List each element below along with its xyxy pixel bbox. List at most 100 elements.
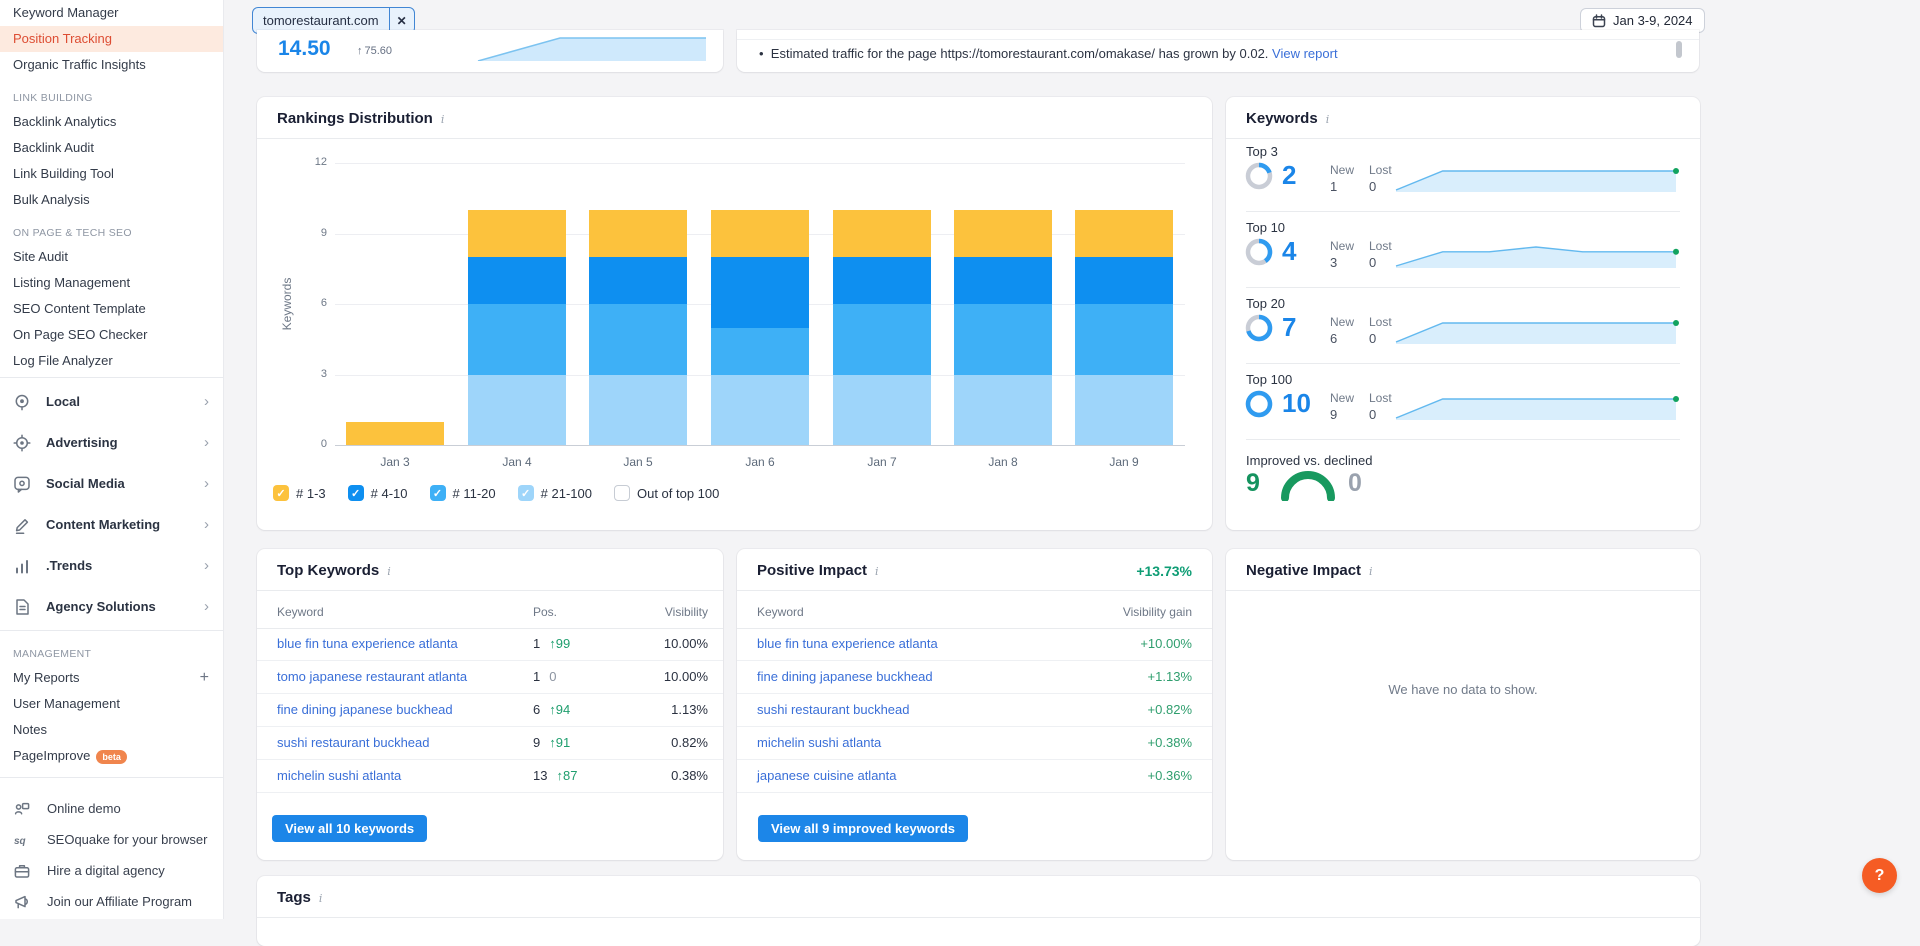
- new-count: 6: [1330, 331, 1338, 346]
- column-header-keyword: Keyword: [277, 605, 324, 619]
- keywords-header: Keywords: [1226, 97, 1700, 139]
- info-icon[interactable]: [319, 892, 323, 905]
- info-icon[interactable]: [441, 113, 445, 126]
- sidebar-item-social-media[interactable]: Social Media ›: [0, 463, 223, 504]
- visibility-value: 0.38%: [671, 768, 708, 783]
- position-cell: 6 ↑94: [533, 694, 570, 726]
- table-row: sushi restaurant buckhead +0.82%: [737, 694, 1212, 727]
- keyword-link[interactable]: michelin sushi atlanta: [277, 760, 401, 792]
- sidebar-divider: [0, 377, 223, 378]
- sidebar-item-hire-a-digital-agency[interactable]: Hire a digital agency: [0, 855, 223, 886]
- sidebar-item-backlink-analytics[interactable]: Backlink Analytics: [0, 109, 223, 135]
- sidebar-item-user-management[interactable]: User Management: [0, 691, 223, 717]
- checkbox-checked-icon[interactable]: [273, 485, 289, 501]
- up-arrow-icon: [357, 45, 365, 57]
- legend-item-21-100[interactable]: # 21-100: [517, 485, 592, 501]
- view-report-link[interactable]: View report: [1272, 46, 1338, 61]
- sidebar-item-backlink-audit[interactable]: Backlink Audit: [0, 135, 223, 161]
- bar-segment-11-20: [589, 304, 687, 375]
- info-icon[interactable]: [875, 565, 879, 578]
- sidebar-item-keyword-manager[interactable]: Keyword Manager: [0, 0, 223, 26]
- total-visibility-gain: +13.73%: [1136, 563, 1192, 579]
- keyword-link[interactable]: fine dining japanese buckhead: [757, 661, 933, 693]
- view-all-improved-button[interactable]: View all 9 improved keywords: [758, 815, 969, 842]
- new-count: 9: [1330, 407, 1338, 422]
- help-button[interactable]: ?: [1862, 858, 1897, 893]
- info-icon[interactable]: [1369, 565, 1373, 578]
- keyword-link[interactable]: fine dining japanese buckhead: [277, 694, 453, 726]
- checkbox-checked-icon[interactable]: [517, 485, 534, 501]
- sidebar-item-advertising[interactable]: Advertising ›: [0, 422, 223, 463]
- notes-scrollbar-thumb[interactable]: [1676, 41, 1682, 58]
- legend-item-11-20[interactable]: # 11-20: [429, 485, 496, 501]
- legend-item-label: Out of top 100: [636, 485, 720, 501]
- new-count: 3: [1330, 255, 1338, 270]
- chart-x-axis: [335, 445, 1185, 446]
- sidebar-item-content-marketing[interactable]: Content Marketing ›: [0, 504, 223, 545]
- new-label: New: [1330, 315, 1355, 329]
- sidebar-item-trends[interactable]: .Trends ›: [0, 545, 223, 586]
- checkbox-checked-icon[interactable]: [429, 485, 446, 501]
- legend-item-out-of-top-100[interactable]: Out of top 100: [613, 485, 720, 501]
- sidebar-item-position-tracking[interactable]: Position Tracking: [0, 26, 223, 52]
- add-report-icon[interactable]: +: [200, 665, 209, 691]
- sidebar-item-seo-content-template[interactable]: SEO Content Template: [0, 296, 223, 322]
- checkbox-unchecked-icon[interactable]: [613, 485, 630, 501]
- position-cell: 1 ↑99: [533, 628, 570, 660]
- column-header-keyword: Keyword: [757, 605, 804, 619]
- chart-gridline: [335, 163, 1185, 164]
- info-icon[interactable]: [1326, 113, 1330, 126]
- keyword-link[interactable]: blue fin tuna experience atlanta: [277, 628, 458, 660]
- legend-item-1-3[interactable]: # 1-3: [273, 485, 326, 501]
- table-row: fine dining japanese buckhead +1.13%: [737, 661, 1212, 694]
- table-row: fine dining japanese buckhead 6 ↑94 1.13%: [257, 694, 723, 727]
- tags-title: Tags: [277, 889, 322, 906]
- positive-impact-header: Positive Impact +13.73%: [737, 549, 1212, 591]
- sidebar-item-local[interactable]: Local ›: [0, 381, 223, 422]
- sidebar-item-label: Content Marketing: [46, 517, 161, 532]
- calendar-icon: [1592, 13, 1606, 27]
- legend-item-label: # 11-20: [452, 485, 496, 501]
- x-axis-tick-label: Jan 5: [623, 455, 653, 469]
- keyword-link[interactable]: sushi restaurant buckhead: [277, 727, 429, 759]
- sidebar-item-site-audit[interactable]: Site Audit: [0, 244, 223, 270]
- view-all-keywords-button[interactable]: View all 10 keywords: [272, 815, 428, 842]
- sidebar: Keyword Manager Position Tracking Organic …: [0, 0, 224, 919]
- bar-segment-21-100: [954, 374, 1052, 445]
- sidebar-item-on-page-seo-checker[interactable]: On Page SEO Checker: [0, 322, 223, 348]
- sidebar-item-organic-traffic-insights[interactable]: Organic Traffic Insights: [0, 52, 223, 78]
- info-icon[interactable]: [387, 565, 391, 578]
- bar-segment-21-100: [711, 374, 809, 445]
- keywords-row-top-20: Top 20 7 New 6 Lost 0: [1245, 296, 1680, 363]
- trend-sparkline: [1395, 168, 1679, 192]
- sidebar-item-listing-management[interactable]: Listing Management: [0, 270, 223, 296]
- bar-segment-21-100: [589, 374, 687, 445]
- sidebar-item-seoquake-for-your-browser[interactable]: sq SEOquake for your browser: [0, 824, 223, 855]
- keywords-title: Keywords: [1246, 110, 1329, 127]
- position-value: 6: [533, 702, 541, 717]
- position-change-up: ↑94: [549, 702, 571, 717]
- keyword-link[interactable]: japanese cuisine atlanta: [757, 760, 897, 792]
- sidebar-item-bulk-analysis[interactable]: Bulk Analysis: [0, 187, 223, 213]
- sidebar-item-online-demo[interactable]: Online demo: [0, 793, 223, 824]
- keyword-link[interactable]: sushi restaurant buckhead: [757, 694, 909, 726]
- tags-header: Tags: [257, 876, 1700, 918]
- pencil-icon: [15, 518, 29, 534]
- position-cell: 9 ↑91: [533, 727, 570, 759]
- checkbox-checked-icon[interactable]: [347, 485, 364, 501]
- keyword-link[interactable]: blue fin tuna experience atlanta: [757, 628, 938, 660]
- sidebar-item-log-file-analyzer[interactable]: Log File Analyzer: [0, 348, 223, 374]
- keyword-link[interactable]: tomo japanese restaurant atlanta: [277, 661, 467, 693]
- bar-segment-11-20: [954, 304, 1052, 375]
- sidebar-item-join-our-affiliate-program[interactable]: Join our Affiliate Program: [0, 886, 223, 917]
- legend-item-4-10[interactable]: # 4-10: [347, 485, 408, 501]
- sidebar-item-my-reports[interactable]: My Reports +: [0, 665, 223, 691]
- sidebar-item-label: My Reports: [13, 670, 80, 685]
- position-change-up: ↑87: [556, 768, 578, 783]
- sidebar-item-link-building-tool[interactable]: Link Building Tool: [0, 161, 223, 187]
- keywords-row-top-3: Top 3 2 New 1 Lost 0: [1245, 144, 1680, 211]
- sidebar-item-pageimprove[interactable]: PageImprove beta: [0, 743, 223, 769]
- sidebar-item-notes[interactable]: Notes: [0, 717, 223, 743]
- keyword-link[interactable]: michelin sushi atlanta: [757, 727, 881, 759]
- sidebar-item-agency-solutions[interactable]: Agency Solutions ›: [0, 586, 223, 627]
